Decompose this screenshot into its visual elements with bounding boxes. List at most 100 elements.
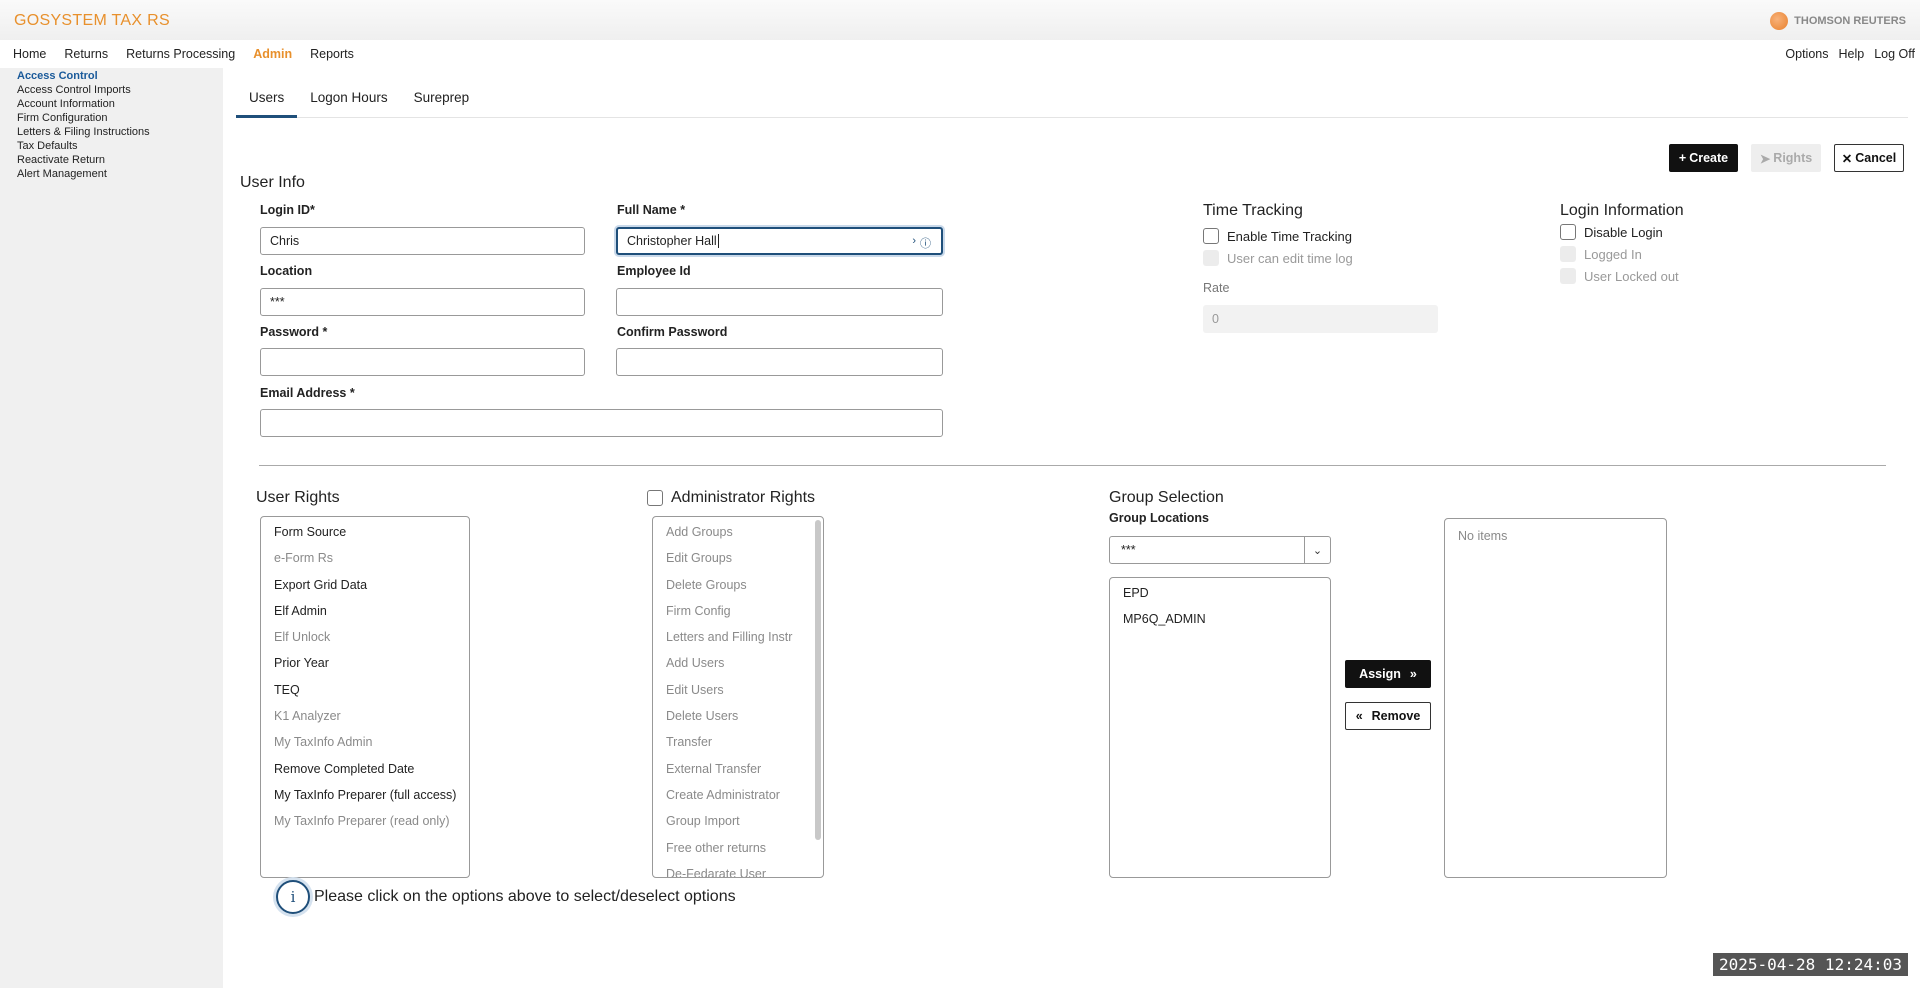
list-item[interactable]: My TaxInfo Preparer (read only) — [261, 806, 469, 832]
sidebar-item-firm-configuration[interactable]: Firm Configuration — [17, 111, 223, 125]
location-input[interactable]: *** — [260, 288, 585, 316]
remove-button[interactable]: « Remove — [1345, 702, 1431, 730]
list-item[interactable]: Transfer — [653, 727, 823, 753]
tab-sureprep[interactable]: Sureprep — [401, 82, 483, 118]
user-rights-title: User Rights — [256, 489, 340, 506]
sidebar-item-access-control-imports[interactable]: Access Control Imports — [17, 83, 223, 97]
nav-home[interactable]: Home — [13, 47, 46, 61]
list-item[interactable]: Free other returns — [653, 833, 823, 859]
sidebar-item-access-control[interactable]: Access Control — [17, 69, 223, 83]
cancel-label: Cancel — [1855, 151, 1897, 165]
sidebar-item-tax-defaults[interactable]: Tax Defaults — [17, 139, 223, 153]
admin-rights-list[interactable]: Add Groups Edit Groups Delete Groups Fir… — [652, 516, 824, 878]
available-groups-list[interactable]: EPD MP6Q_ADMIN — [1109, 577, 1331, 878]
confirm-password-input[interactable] — [616, 348, 943, 376]
list-item[interactable]: Delete Groups — [653, 570, 823, 596]
enable-time-tracking-label: Enable Time Tracking — [1227, 228, 1353, 244]
sidebar-item-account-information[interactable]: Account Information — [17, 97, 223, 111]
list-item[interactable]: K1 Analyzer — [261, 701, 469, 727]
locked-out-checkbox: User Locked out — [1560, 268, 1679, 284]
list-item[interactable]: Edit Groups — [653, 543, 823, 569]
list-item[interactable]: Add Groups — [653, 517, 823, 543]
assign-button[interactable]: Assign » — [1345, 660, 1431, 688]
list-item[interactable]: MP6Q_ADMIN — [1110, 604, 1330, 630]
checkbox-box-disabled — [1203, 250, 1219, 266]
email-label: Email Address * — [260, 386, 355, 400]
group-locations-select[interactable]: *** ⌄ — [1109, 536, 1331, 564]
create-button[interactable]: + Create — [1669, 144, 1738, 172]
timestamp: 2025-04-28 12:24:03 — [1712, 953, 1908, 976]
thomson-reuters-orb-icon — [1770, 12, 1789, 30]
brand-title: GOSYSTEM TAX RS — [14, 12, 170, 29]
nav-returns[interactable]: Returns — [64, 47, 108, 61]
list-item[interactable]: Export Grid Data — [261, 570, 469, 596]
full-name-value: Christopher Hall — [627, 234, 717, 248]
user-rights-list[interactable]: Form Source e-Form Rs Export Grid Data E… — [260, 516, 470, 878]
list-item[interactable]: Form Source — [261, 517, 469, 543]
top-bar: GOSYSTEM TAX RS THOMSON REUTERS — [0, 0, 1920, 40]
email-input[interactable] — [260, 409, 943, 437]
login-information-title: Login Information — [1560, 202, 1684, 219]
list-item[interactable]: Add Users — [653, 648, 823, 674]
nav-options[interactable]: Options — [1785, 47, 1828, 61]
info-note-text: Please click on the options above to sel… — [314, 888, 736, 905]
disable-login-checkbox[interactable]: Disable Login — [1560, 224, 1663, 240]
list-item[interactable]: Elf Unlock — [261, 622, 469, 648]
list-item[interactable]: Prior Year — [261, 648, 469, 674]
list-item[interactable]: My TaxInfo Admin — [261, 727, 469, 753]
rights-button[interactable]: ➤ Rights — [1751, 144, 1821, 172]
checkbox-box[interactable] — [647, 490, 663, 506]
info-circle-icon: ⓘ — [920, 238, 931, 250]
cancel-button[interactable]: ✕ Cancel — [1834, 144, 1904, 172]
locked-out-label: User Locked out — [1584, 268, 1679, 284]
nav-returns-processing[interactable]: Returns Processing — [126, 47, 235, 61]
list-item[interactable]: e-Form Rs — [261, 543, 469, 569]
login-id-input[interactable]: Chris — [260, 227, 585, 255]
list-item[interactable]: Remove Completed Date — [261, 754, 469, 780]
full-name-input[interactable]: Christopher Hall › ⓘ — [616, 227, 943, 255]
empty-list-message: No items — [1458, 529, 1508, 543]
checkbox-box[interactable] — [1203, 228, 1219, 244]
assigned-groups-list[interactable]: No items — [1444, 518, 1667, 878]
chevron-down-icon[interactable]: ⌄ — [1304, 537, 1330, 563]
tab-users[interactable]: Users — [236, 82, 298, 118]
list-item[interactable]: TEQ — [261, 675, 469, 701]
administrator-rights-checkbox[interactable]: Administrator Rights — [647, 489, 815, 507]
group-selection-title: Group Selection — [1109, 489, 1224, 506]
sidebar-item-alert-management[interactable]: Alert Management — [17, 167, 223, 181]
password-input[interactable] — [260, 348, 585, 376]
list-item[interactable]: Letters and Filling Instr — [653, 622, 823, 648]
list-item[interactable]: De-Fedarate User — [653, 859, 823, 877]
checkbox-box[interactable] — [1560, 224, 1576, 240]
plus-icon: + — [1678, 151, 1687, 165]
list-item[interactable]: My TaxInfo Preparer (full access) — [261, 780, 469, 806]
list-item[interactable]: Firm Config — [653, 596, 823, 622]
nav-reports[interactable]: Reports — [310, 47, 354, 61]
list-item[interactable]: External Transfer — [653, 754, 823, 780]
remove-label: Remove — [1371, 709, 1421, 723]
list-item[interactable]: Delete Users — [653, 701, 823, 727]
nav-help[interactable]: Help — [1839, 47, 1865, 61]
disable-login-label: Disable Login — [1584, 224, 1663, 240]
list-item[interactable]: Elf Admin — [261, 596, 469, 622]
group-locations-label: Group Locations — [1109, 511, 1209, 525]
nav-admin[interactable]: Admin — [253, 47, 292, 61]
enable-time-tracking-checkbox[interactable]: Enable Time Tracking — [1203, 228, 1352, 244]
confirm-password-label: Confirm Password — [617, 325, 728, 339]
tab-logon-hours[interactable]: Logon Hours — [297, 82, 400, 118]
list-item[interactable]: Create Administrator — [653, 780, 823, 806]
list-item[interactable]: Edit Users — [653, 675, 823, 701]
employee-id-label: Employee Id — [617, 264, 691, 278]
sidebar-item-reactivate-return[interactable]: Reactivate Return — [17, 153, 223, 167]
list-item[interactable]: Group Import — [653, 806, 823, 832]
employee-id-input[interactable] — [616, 288, 943, 316]
full-name-label: Full Name * — [617, 203, 686, 217]
list-item[interactable]: EPD — [1110, 578, 1330, 604]
sidebar: Access Control Access Control Imports Ac… — [0, 68, 223, 988]
sidebar-item-letters-filing[interactable]: Letters & Filing Instructions — [17, 125, 223, 139]
send-icon: ➤ — [1759, 151, 1771, 166]
user-info-title: User Info — [240, 174, 305, 191]
edit-time-log-label: User can edit time log — [1227, 250, 1353, 266]
nav-log-off[interactable]: Log Off — [1874, 47, 1915, 61]
admin-rights-scrollbar[interactable] — [815, 520, 821, 840]
